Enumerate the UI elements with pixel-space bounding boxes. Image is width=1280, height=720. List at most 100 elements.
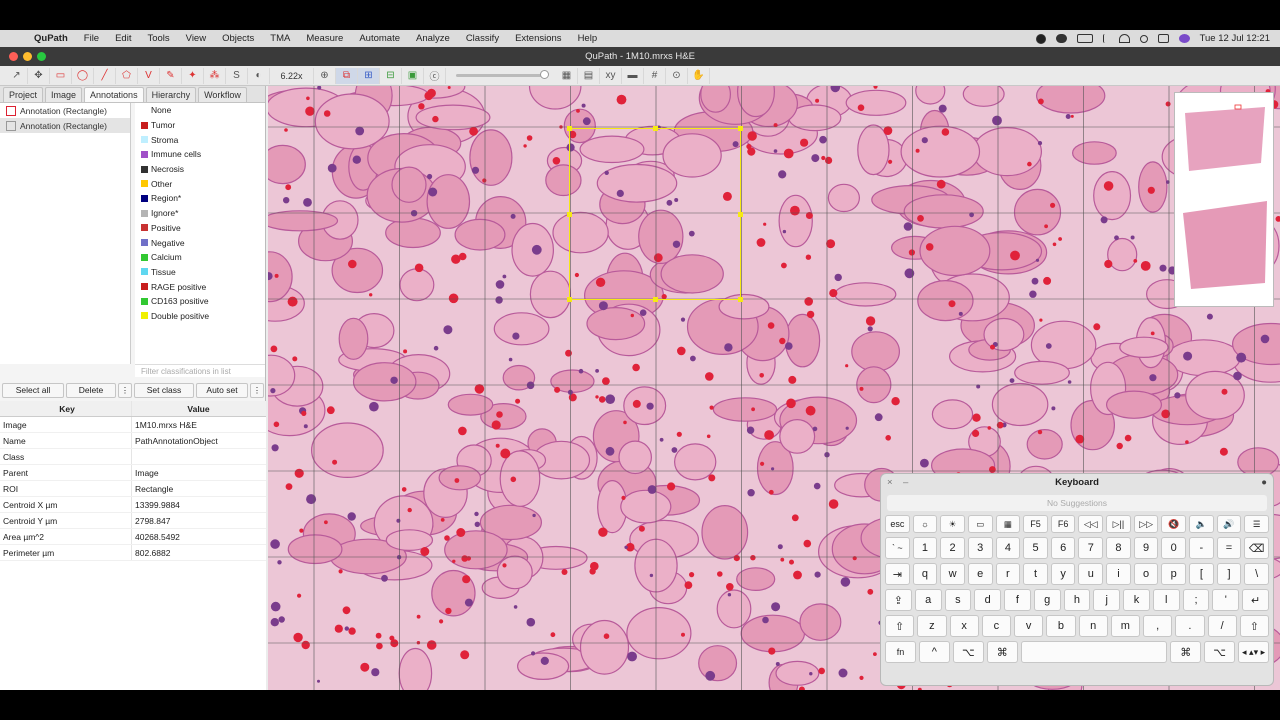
keyboard-options-icon[interactable]: ● xyxy=(1261,474,1267,492)
header-key[interactable]: Key xyxy=(0,401,132,416)
pan-tool-icon[interactable]: ✥ xyxy=(28,67,50,84)
key[interactable]: d xyxy=(974,589,1002,611)
key[interactable]: f xyxy=(1004,589,1031,611)
tab-project[interactable]: Project xyxy=(3,87,44,102)
key[interactable]: v xyxy=(1014,615,1044,637)
delete-button[interactable]: Delete xyxy=(66,382,116,398)
cloud-icon[interactable] xyxy=(1055,34,1067,43)
menu-help[interactable]: Help xyxy=(570,33,606,44)
select-all-button[interactable]: Select all xyxy=(2,382,64,398)
menu-tools[interactable]: Tools xyxy=(139,33,177,44)
auto-set-button[interactable]: Auto set xyxy=(196,382,248,398)
opacity-slider[interactable] xyxy=(456,70,549,79)
points-tool-icon[interactable]: ⁂ xyxy=(204,67,226,84)
zoom-level[interactable]: 6.22x xyxy=(270,67,314,84)
key[interactable]: ☰ xyxy=(1244,515,1269,533)
list-item[interactable]: Annotation (Rectangle) xyxy=(0,103,130,118)
minimize-window-button[interactable] xyxy=(23,52,32,61)
selected-annotation-rectangle[interactable] xyxy=(567,126,743,302)
key[interactable]: b xyxy=(1046,615,1076,637)
key[interactable]: e xyxy=(967,563,993,585)
fill-detections-icon[interactable]: ▣ xyxy=(402,67,424,84)
show-annotations-icon[interactable]: ⧉ xyxy=(336,67,358,84)
class-item[interactable]: Other xyxy=(135,176,265,191)
line-tool-icon[interactable]: ╱ xyxy=(94,67,116,84)
record-icon[interactable] xyxy=(1035,33,1046,44)
wand-tool-icon[interactable]: ✦ xyxy=(182,67,204,84)
grid-icon[interactable]: # xyxy=(644,67,666,84)
key[interactable]: [ xyxy=(1189,563,1214,585)
key[interactable]: 🔈 xyxy=(1189,515,1214,533)
key[interactable]: ⇧ xyxy=(885,615,915,637)
key[interactable]: ▭ xyxy=(967,515,993,533)
resize-handle[interactable] xyxy=(653,126,658,131)
key[interactable]: l xyxy=(1152,589,1180,611)
key[interactable]: - xyxy=(1189,537,1214,559)
table-row[interactable]: Area µm^2 40268.5492 xyxy=(0,529,266,545)
bluetooth-icon[interactable] xyxy=(1102,34,1109,43)
class-item[interactable]: CD163 positive xyxy=(135,294,265,309)
tab-workflow[interactable]: Workflow xyxy=(198,87,247,102)
class-item[interactable]: Negative xyxy=(135,235,265,250)
key[interactable]: i xyxy=(1106,563,1131,585)
key[interactable]: 7 xyxy=(1078,537,1104,559)
class-item[interactable]: Double positive xyxy=(135,309,265,324)
class-item[interactable]: Immune cells xyxy=(135,147,265,162)
menu-tma[interactable]: TMA xyxy=(262,33,298,44)
key[interactable]: j xyxy=(1093,589,1121,611)
key[interactable]: ; xyxy=(1182,589,1210,611)
rectangle-tool-icon[interactable]: ▭ xyxy=(50,67,72,84)
key[interactable]: ] xyxy=(1216,563,1242,585)
key[interactable]: F5 xyxy=(1023,515,1048,533)
header-value[interactable]: Value xyxy=(132,404,262,414)
key[interactable]: / xyxy=(1207,615,1237,637)
search-icon[interactable] xyxy=(1139,34,1148,43)
resize-handle[interactable] xyxy=(567,126,572,131)
move-tool-icon[interactable]: ↗ xyxy=(6,67,28,84)
siri-icon[interactable] xyxy=(1178,34,1190,43)
opacity-slider-knob[interactable] xyxy=(540,70,549,79)
key[interactable]: esc xyxy=(885,515,910,533)
key[interactable]: ⌥ xyxy=(952,641,984,663)
list-item[interactable]: Annotation (Rectangle) xyxy=(0,118,130,133)
key[interactable]: p xyxy=(1161,563,1187,585)
key[interactable]: z xyxy=(917,615,947,637)
tab-hierarchy[interactable]: Hierarchy xyxy=(145,87,197,102)
menu-app-name[interactable]: QuPath xyxy=(26,33,76,44)
key[interactable]: m xyxy=(1110,615,1140,637)
class-item[interactable]: Stroma xyxy=(135,132,265,147)
table-row[interactable]: Centroid Y µm 2798.847 xyxy=(0,513,266,529)
class-item[interactable]: RAGE positive xyxy=(135,279,265,294)
key[interactable]: ☀ xyxy=(940,515,965,533)
filter-classifications-input[interactable]: Filter classifications in list xyxy=(135,364,265,377)
key[interactable]: u xyxy=(1078,563,1104,585)
table-row[interactable]: Class xyxy=(0,449,266,465)
key[interactable]: fn xyxy=(885,641,916,663)
menu-measure[interactable]: Measure xyxy=(298,33,351,44)
set-class-button[interactable]: Set class xyxy=(134,382,194,398)
key[interactable]: ▷▷ xyxy=(1133,515,1159,533)
menu-edit[interactable]: Edit xyxy=(107,33,139,44)
table-row[interactable]: Perimeter µm 802.6882 xyxy=(0,545,266,561)
ellipse-tool-icon[interactable]: ◯ xyxy=(72,67,94,84)
menu-objects[interactable]: Objects xyxy=(214,33,262,44)
menu-view[interactable]: View xyxy=(178,33,214,44)
key[interactable]: a xyxy=(914,589,942,611)
class-item[interactable]: Tumor xyxy=(135,118,265,133)
key[interactable]: ▷|| xyxy=(1106,515,1131,533)
resize-handle[interactable] xyxy=(738,126,743,131)
key[interactable]: ⇪ xyxy=(885,589,912,611)
class-item[interactable]: Necrosis xyxy=(135,162,265,177)
class-item[interactable]: Positive xyxy=(135,221,265,236)
key[interactable]: = xyxy=(1216,537,1242,559)
contrast-icon[interactable]: ◐ xyxy=(248,67,270,84)
key[interactable]: ↵ xyxy=(1242,589,1269,611)
key[interactable]: ⌥ xyxy=(1204,641,1236,663)
show-tma-grid-icon[interactable]: ⊞ xyxy=(358,67,380,84)
table-row[interactable]: ROI Rectangle xyxy=(0,481,266,497)
resize-handle[interactable] xyxy=(567,212,572,217)
menu-automate[interactable]: Automate xyxy=(351,33,408,44)
key[interactable]: ⇧ xyxy=(1239,615,1269,637)
class-item[interactable]: Ignore* xyxy=(135,206,265,221)
key[interactable]: ^ xyxy=(918,641,950,663)
